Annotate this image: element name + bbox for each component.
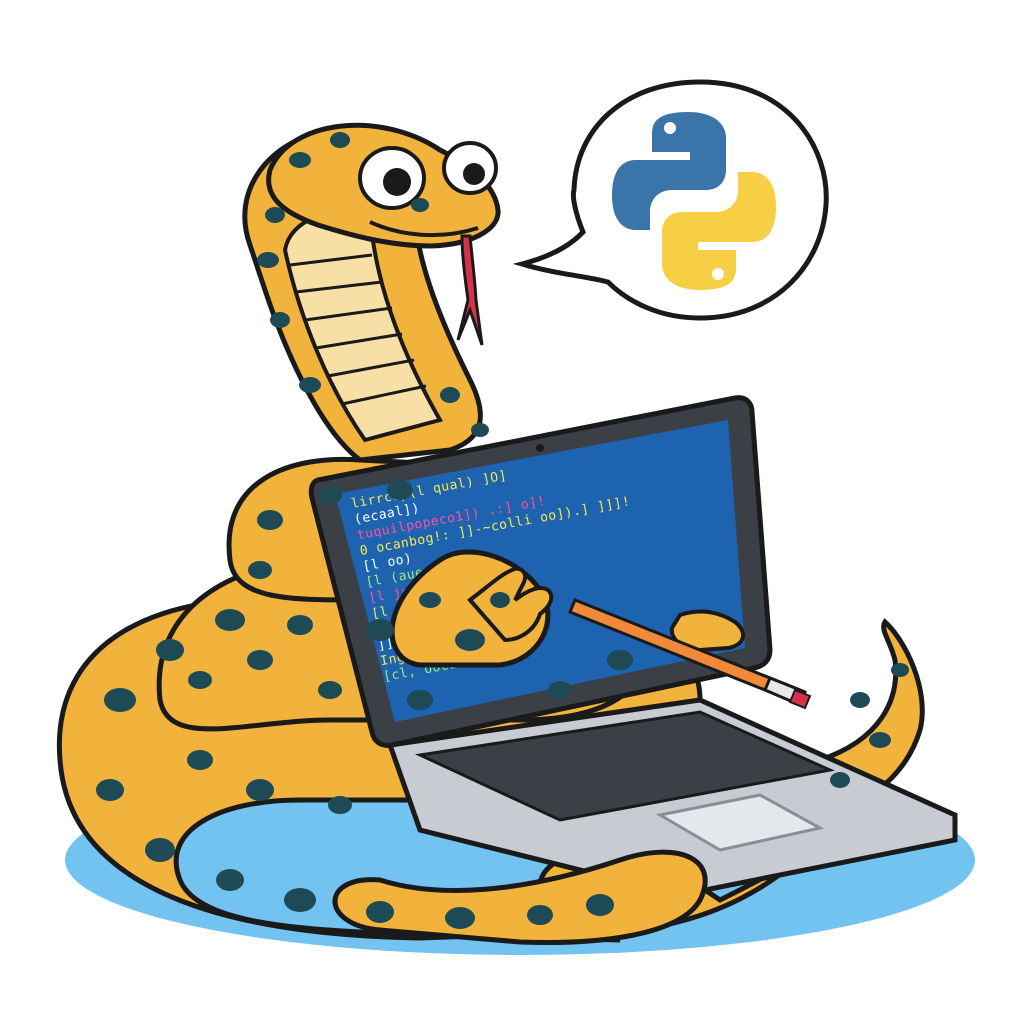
skin-spot (216, 869, 244, 891)
skin-spot (419, 592, 441, 608)
skin-spot (607, 650, 633, 670)
skin-spot (490, 592, 510, 608)
skin-spot (407, 690, 433, 710)
skin-spot (96, 779, 124, 801)
skin-spot (891, 663, 909, 677)
skin-spot (265, 207, 285, 223)
skin-spot (318, 681, 342, 699)
skin-spot (318, 486, 342, 504)
skin-spot (328, 796, 352, 814)
snake-laptop-scene: lirrcop(l qual) ]O] (ecaal]) tuquilpopec… (56, 79, 975, 955)
skin-spot (287, 615, 313, 635)
skin-spot (461, 633, 479, 647)
skin-spot (471, 423, 489, 437)
snake-head-neck (242, 122, 501, 463)
skin-spot (284, 888, 316, 912)
skin-spot (257, 252, 279, 268)
skin-spot (187, 750, 213, 770)
tongue (456, 234, 484, 346)
skin-spot (215, 609, 245, 631)
skin-spot (188, 671, 212, 689)
skin-spot (445, 907, 475, 929)
skin-spot (869, 732, 891, 748)
skin-spot (850, 692, 870, 708)
skin-spot (366, 901, 394, 923)
skin-spot (527, 905, 553, 925)
skin-spot (156, 639, 184, 661)
skin-spot (330, 132, 350, 148)
skin-spot (548, 681, 572, 699)
skin-spot (270, 312, 290, 328)
illustration: lirrcop(l qual) ]O] (ecaal]) tuquilpopec… (0, 0, 1024, 1024)
skin-spot (257, 510, 283, 530)
skin-spot (246, 779, 274, 801)
skin-spot (411, 198, 429, 212)
skin-spot (440, 387, 460, 403)
skin-spot (289, 152, 311, 168)
skin-spot (248, 561, 272, 579)
skin-spot (586, 894, 614, 916)
skin-spot (366, 619, 394, 641)
skin-spot (830, 772, 850, 788)
webcam-icon (536, 444, 544, 452)
skin-spot (387, 480, 413, 500)
speech-bubble (512, 79, 829, 321)
skin-spot (104, 688, 136, 712)
skin-spot (145, 838, 175, 862)
skin-spot (299, 377, 321, 393)
skin-spot (247, 650, 273, 670)
